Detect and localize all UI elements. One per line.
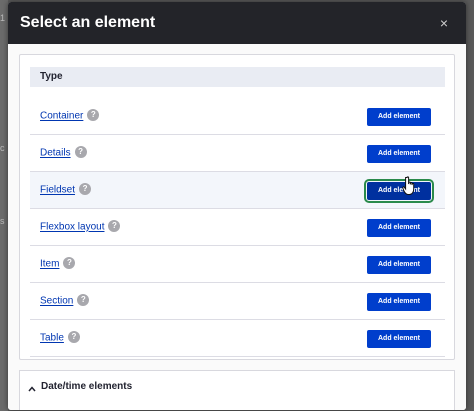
dialog-title: Select an element <box>20 14 156 31</box>
add-element-button[interactable]: Add element <box>367 219 431 237</box>
element-link-table[interactable]: Table? <box>40 331 80 344</box>
table-row: Section? Add element <box>30 283 445 320</box>
element-link-container[interactable]: Container? <box>40 109 100 122</box>
chevron-up-icon <box>28 386 36 392</box>
table-row: Fieldset? Add element <box>30 172 445 209</box>
help-icon[interactable]: ? <box>79 183 92 195</box>
column-header-type: Type <box>40 71 63 82</box>
element-link-section[interactable]: Section? <box>40 294 90 307</box>
element-name: Details <box>40 147 71 159</box>
element-link-details[interactable]: Details? <box>40 146 87 159</box>
help-icon[interactable]: ? <box>108 220 121 232</box>
help-icon[interactable]: ? <box>74 146 87 158</box>
date-time-elements-section[interactable]: Date/time elements <box>19 370 455 410</box>
add-element-button[interactable]: Add element <box>367 330 431 348</box>
element-name: Flexbox layout <box>40 221 105 233</box>
close-icon[interactable]: × <box>436 15 452 31</box>
table-row: Item? Add element <box>30 246 445 283</box>
element-link-fieldset[interactable]: Fieldset? <box>40 183 92 196</box>
select-element-dialog: Select an element × Type Container? Add … <box>8 2 466 410</box>
elements-table-panel: Type Container? Add element Details? Add… <box>19 54 455 360</box>
table-row: Container? Add element <box>30 98 445 135</box>
element-link-flexbox-layout[interactable]: Flexbox layout? <box>40 220 121 233</box>
table-row: Details? Add element <box>30 135 445 172</box>
dialog-titlebar: Select an element × <box>8 2 466 44</box>
add-element-button[interactable]: Add element <box>367 145 431 163</box>
add-element-button[interactable]: Add element <box>367 108 431 126</box>
page-backdrop: 1 c s <box>0 0 8 411</box>
backdrop-text: 1 <box>0 13 6 23</box>
dialog-content: Type Container? Add element Details? Add… <box>8 44 466 410</box>
hand-cursor-icon <box>402 176 415 195</box>
element-link-item[interactable]: Item? <box>40 257 76 270</box>
add-element-button[interactable]: Add element <box>367 293 431 311</box>
element-name: Table <box>40 332 64 344</box>
element-name: Section <box>40 295 74 307</box>
element-name: Item <box>40 258 60 270</box>
help-icon[interactable]: ? <box>77 294 90 306</box>
table-row: Table? Add element <box>30 320 445 357</box>
add-element-button[interactable]: Add element <box>364 179 434 203</box>
add-element-button[interactable]: Add element <box>367 256 431 274</box>
backdrop-text: s <box>0 216 5 226</box>
help-icon[interactable]: ? <box>87 109 100 121</box>
element-name: Container <box>40 110 84 122</box>
table-row: Flexbox layout? Add element <box>30 209 445 246</box>
element-name: Fieldset <box>40 184 76 196</box>
help-icon[interactable]: ? <box>67 331 80 343</box>
backdrop-text: c <box>0 143 5 153</box>
table-header: Type <box>30 67 445 87</box>
section-label: Date/time elements <box>41 381 133 392</box>
help-icon[interactable]: ? <box>63 257 76 269</box>
